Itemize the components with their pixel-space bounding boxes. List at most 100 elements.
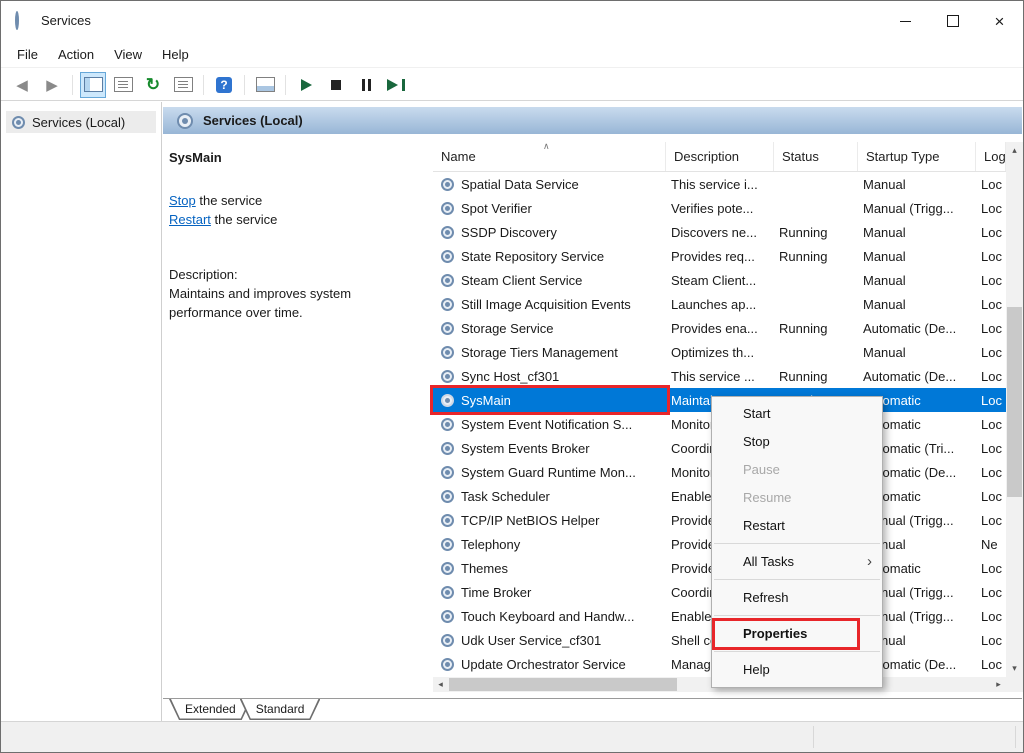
horizontal-scrollbar-thumb[interactable]: [449, 678, 677, 691]
cell-name: State Repository Service: [433, 244, 666, 268]
service-gear-icon: [441, 634, 454, 647]
minimize-button[interactable]: [882, 1, 929, 41]
cell-text: Spot Verifier: [461, 201, 532, 216]
maximize-button[interactable]: [929, 1, 976, 41]
cell-name: Touch Keyboard and Handw...: [433, 604, 666, 628]
restart-service-link[interactable]: Restart: [169, 212, 211, 227]
scroll-left-icon[interactable]: ◂: [433, 677, 448, 692]
service-row[interactable]: State Repository ServiceProvides req... R…: [433, 244, 1006, 268]
menu-item-label: Pause: [743, 462, 780, 477]
back-icon[interactable]: [9, 72, 35, 98]
cell-text: Loc: [981, 249, 1002, 264]
refresh-icon[interactable]: [140, 72, 166, 98]
scroll-down-icon[interactable]: ▾: [1006, 660, 1023, 677]
sort-ascending-icon: ∧: [543, 141, 550, 152]
close-button[interactable]: ×: [976, 1, 1023, 41]
menu-item-properties[interactable]: Properties: [712, 620, 882, 648]
service-row[interactable]: Still Image Acquisition EventsLaunches a…: [433, 292, 1006, 316]
cell-text: System Guard Runtime Mon...: [461, 465, 636, 480]
menu-help[interactable]: Help: [152, 43, 199, 66]
restart-service-icon[interactable]: [383, 72, 409, 98]
menubar: File Action View Help: [1, 41, 1023, 68]
menu-file[interactable]: File: [7, 43, 48, 66]
cell-logon: Loc: [976, 388, 1006, 412]
cell-text: Ne: [981, 537, 998, 552]
list-header: ∧ Name Description Status Startup Type L…: [433, 142, 1006, 172]
service-row[interactable]: SSDP DiscoveryDiscovers ne...RunningManu…: [433, 220, 1006, 244]
service-row[interactable]: Sync Host_cf301This service ...RunningAu…: [433, 364, 1006, 388]
cell-text: Loc: [981, 657, 1002, 672]
cell-text: System Event Notification S...: [461, 417, 632, 432]
service-gear-icon: [441, 250, 454, 263]
menu-view[interactable]: View: [104, 43, 152, 66]
show-console-tree-icon[interactable]: [80, 72, 106, 98]
column-label: Name: [441, 149, 476, 164]
column-header-startup-type[interactable]: Startup Type: [858, 142, 976, 171]
forward-icon[interactable]: [39, 72, 65, 98]
cell-logon: Loc: [976, 436, 1006, 460]
window-title: Services: [41, 1, 91, 41]
cell-text: Automatic (De...: [863, 321, 956, 336]
service-gear-icon: [441, 658, 454, 671]
cell-logon: Loc: [976, 316, 1006, 340]
column-label: Status: [782, 149, 819, 164]
menu-item-restart[interactable]: Restart: [712, 512, 882, 540]
service-row[interactable]: Spatial Data ServiceThis service i...Man…: [433, 172, 1006, 196]
menu-separator: [714, 651, 880, 652]
cell-startup: Automatic (De...: [858, 364, 976, 388]
column-header-status[interactable]: Status: [774, 142, 858, 171]
stop-service-icon[interactable]: [323, 72, 349, 98]
cell-text: Running: [779, 249, 827, 264]
cell-desc: Verifies pote...: [666, 196, 774, 220]
extended-standard-view-icon[interactable]: [252, 72, 278, 98]
menu-item-refresh[interactable]: Refresh: [712, 584, 882, 612]
cell-desc: Provides req...: [666, 244, 774, 268]
column-header-log-on-as[interactable]: Log: [976, 142, 1006, 171]
service-gear-icon: [441, 226, 454, 239]
service-row[interactable]: Steam Client ServiceSteam Client...Manua…: [433, 268, 1006, 292]
view-tabs: Extended Standard: [169, 699, 308, 720]
cell-text: Time Broker: [461, 585, 531, 600]
cell-logon: Loc: [976, 556, 1006, 580]
stop-service-link[interactable]: Stop: [169, 193, 196, 208]
cell-logon: Loc: [976, 172, 1006, 196]
cell-logon: Ne: [976, 532, 1006, 556]
tab-label: Standard: [256, 702, 305, 716]
scroll-right-icon[interactable]: ▸: [991, 677, 1006, 692]
service-gear-icon: [441, 514, 454, 527]
menu-item-help[interactable]: Help: [712, 656, 882, 684]
menu-separator: [714, 579, 880, 580]
help-icon[interactable]: [211, 72, 237, 98]
services-node-icon: [12, 116, 25, 129]
cell-desc: Optimizes th...: [666, 340, 774, 364]
service-row[interactable]: Storage ServiceProvides ena...RunningAut…: [433, 316, 1006, 340]
pause-service-icon[interactable]: [353, 72, 379, 98]
cell-text: Udk User Service_cf301: [461, 633, 601, 648]
vertical-scrollbar-thumb[interactable]: [1007, 307, 1022, 497]
cell-name: TCP/IP NetBIOS Helper: [433, 508, 666, 532]
cell-text: Touch Keyboard and Handw...: [461, 609, 634, 624]
menu-action[interactable]: Action: [48, 43, 104, 66]
menu-item-all-tasks[interactable]: All Tasks: [712, 548, 882, 576]
column-header-name[interactable]: ∧ Name: [433, 142, 666, 171]
service-row[interactable]: Storage Tiers ManagementOptimizes th...M…: [433, 340, 1006, 364]
tab-standard[interactable]: Standard: [240, 699, 321, 720]
service-row[interactable]: Spot VerifierVerifies pote...Manual (Tri…: [433, 196, 1006, 220]
cell-name: Update Orchestrator Service: [433, 652, 666, 676]
toolbar: [1, 69, 1023, 101]
menu-item-stop[interactable]: Stop: [712, 428, 882, 456]
services-header-icon: [177, 113, 193, 129]
tree-item-services-local[interactable]: Services (Local): [6, 111, 156, 133]
column-header-description[interactable]: Description: [666, 142, 774, 171]
menu-item-start[interactable]: Start: [712, 400, 882, 428]
start-service-icon[interactable]: [293, 72, 319, 98]
properties-list-icon[interactable]: [110, 72, 136, 98]
export-list-icon[interactable]: [170, 72, 196, 98]
vertical-scrollbar[interactable]: ▴ ▾: [1006, 142, 1023, 677]
scroll-up-icon[interactable]: ▴: [1006, 142, 1023, 159]
cell-status: Running: [774, 364, 858, 388]
cell-name: Time Broker: [433, 580, 666, 604]
menu-item-label: Resume: [743, 490, 791, 505]
cell-text: Manual: [863, 249, 906, 264]
cell-startup: Manual: [858, 244, 976, 268]
